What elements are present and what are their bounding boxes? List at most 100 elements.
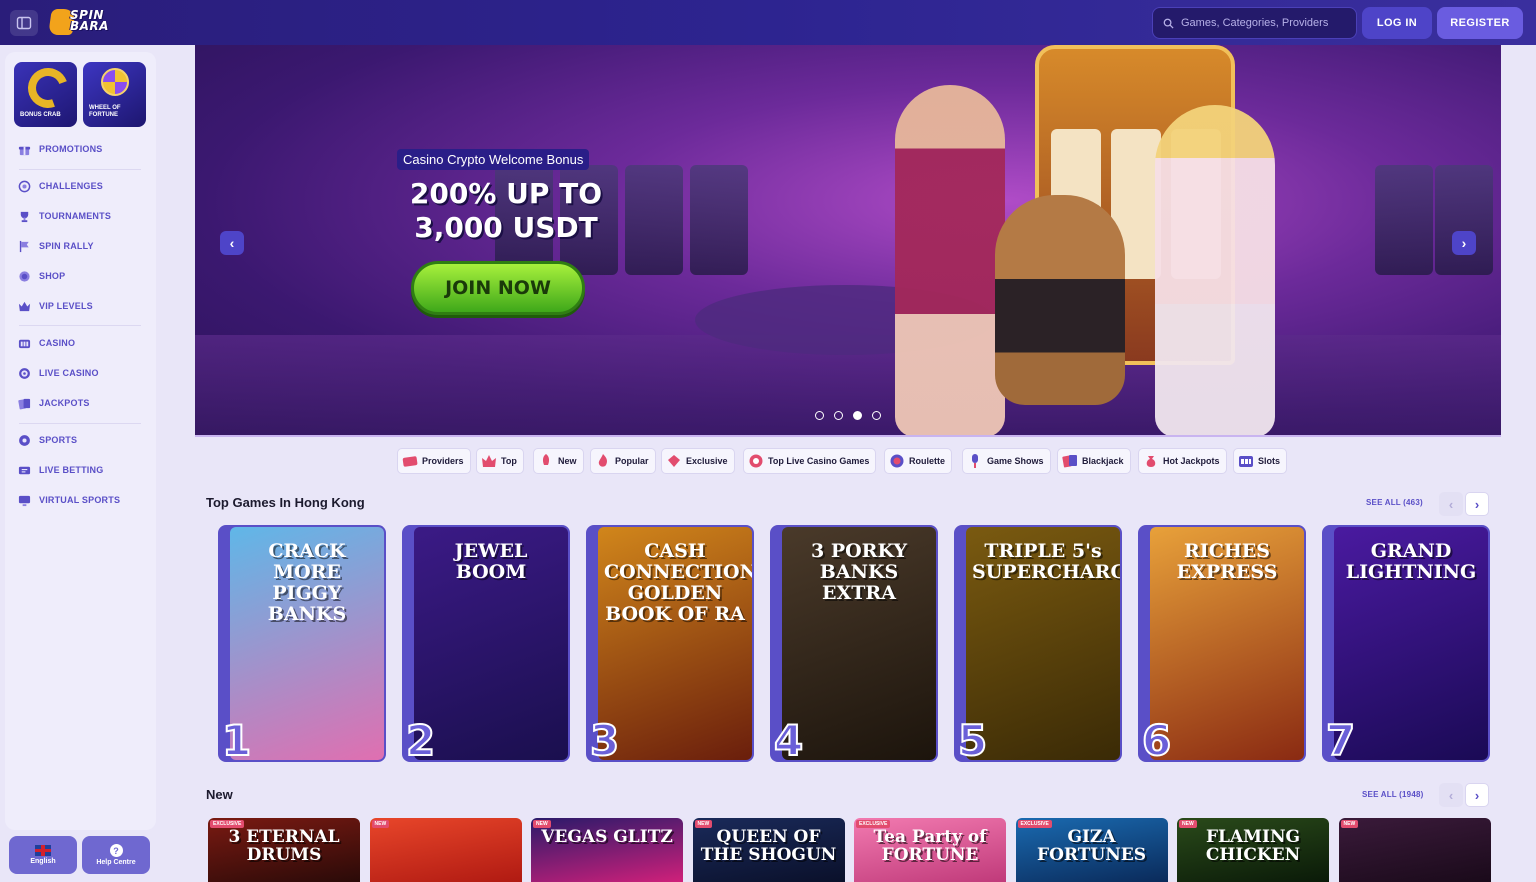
- chip-roulette[interactable]: Roulette: [884, 448, 952, 474]
- game-rank: 4: [773, 716, 804, 763]
- sidebar-item-shop[interactable]: SHOP: [17, 266, 147, 286]
- hero-dot[interactable]: [815, 411, 824, 420]
- new-games-see-all-link[interactable]: SEE ALL (1948): [1362, 790, 1424, 799]
- sidebar-item-casino[interactable]: CASINO: [17, 333, 147, 353]
- hero-dot[interactable]: [853, 411, 862, 420]
- sidebar-toggle-button[interactable]: [10, 10, 38, 36]
- chip-top[interactable]: Top: [476, 448, 524, 474]
- hero-next-button[interactable]: ›: [1452, 231, 1476, 255]
- sidebar-item-label: VIP LEVELS: [39, 301, 93, 311]
- help-label: Help Centre: [96, 859, 136, 866]
- cards-icon: [17, 396, 31, 410]
- game-rank: 5: [957, 716, 988, 763]
- chip-slots[interactable]: Slots: [1233, 448, 1288, 474]
- game-card[interactable]: TRIPLE 5's SUPERCHARGED 5: [954, 525, 1122, 762]
- ticket-icon: [17, 463, 31, 477]
- hero-tag: Casino Crypto Welcome Bonus: [397, 149, 590, 170]
- wheel-of-fortune-tile[interactable]: WHEEL OF FORTUNE: [83, 62, 146, 127]
- sidebar-item-promotions[interactable]: PROMOTIONS: [17, 139, 147, 159]
- new-games-prev-button[interactable]: ‹: [1439, 783, 1463, 807]
- logo-text: SPIN BARA: [70, 8, 109, 33]
- sidebar-item-spin-rally[interactable]: SPIN RALLY: [17, 236, 147, 256]
- login-button[interactable]: LOG IN: [1362, 7, 1432, 39]
- game-card[interactable]: GIZA FORTUNES EXCLUSIVE: [1015, 818, 1168, 882]
- search-input[interactable]: [1181, 17, 1351, 29]
- slot-icon: [17, 336, 31, 350]
- hero-character-right: [1155, 105, 1275, 435]
- background-slot-machine: [1375, 165, 1433, 275]
- new-games-next-button[interactable]: ›: [1465, 783, 1489, 807]
- game-card[interactable]: 3 PORKY BANKS EXTRA 4: [770, 525, 938, 762]
- game-card[interactable]: QUEEN OF THE SHOGUN NEW: [692, 818, 845, 882]
- search-box[interactable]: [1152, 7, 1357, 39]
- game-title: VEGAS GLITZ: [541, 827, 673, 847]
- game-card[interactable]: GRAND LIGHTNING 7: [1322, 525, 1490, 762]
- shop-icon: [17, 269, 31, 283]
- sidebar-item-label: TOURNAMENTS: [39, 211, 112, 221]
- game-card[interactable]: NEW: [369, 818, 522, 882]
- target-icon: [17, 179, 31, 193]
- chip-exclusive[interactable]: Exclusive: [661, 448, 735, 474]
- chip-blackjack[interactable]: Blackjack: [1057, 448, 1131, 474]
- sidebar-item-label: PROMOTIONS: [39, 144, 103, 154]
- game-card[interactable]: RICHES EXPRESS 6: [1138, 525, 1306, 762]
- search-icon: [1163, 18, 1174, 29]
- hero-banner[interactable]: Casino Crypto Welcome Bonus 200% UP TO 3…: [195, 45, 1501, 437]
- crown-icon: [482, 455, 496, 467]
- hero-dot[interactable]: [834, 411, 843, 420]
- chip-hot-jackpots[interactable]: Hot Jackpots: [1138, 448, 1227, 474]
- game-badge: NEW: [1179, 820, 1197, 828]
- bonus-crab-tile[interactable]: BONUS CRAB: [14, 62, 77, 127]
- register-button[interactable]: REGISTER: [1437, 7, 1523, 39]
- chip-label: Top Live Casino Games: [768, 456, 870, 466]
- sidebar-item-challenges[interactable]: CHALLENGES: [17, 176, 147, 196]
- diamond-icon: [668, 455, 680, 467]
- help-centre-button[interactable]: ? Help Centre: [82, 836, 150, 874]
- chip-label: Hot Jackpots: [1163, 456, 1220, 466]
- hero-pagination: [815, 411, 881, 420]
- sidebar-item-sports[interactable]: SPORTS: [17, 430, 147, 450]
- game-card[interactable]: JEWEL BOOM 2: [402, 525, 570, 762]
- chip-providers[interactable]: Providers: [397, 448, 471, 474]
- sidebar-item-jackpots[interactable]: JACKPOTS: [17, 393, 147, 413]
- hero-prev-button[interactable]: ‹: [220, 231, 244, 255]
- capybara-mascot: [995, 195, 1125, 405]
- chip-game-shows[interactable]: Game Shows: [962, 448, 1051, 474]
- chip-popular[interactable]: Popular: [590, 448, 656, 474]
- help-icon: ?: [109, 844, 123, 857]
- chip-label: Game Shows: [987, 456, 1044, 466]
- sidebar-item-live-casino[interactable]: LIVE CASINO: [17, 363, 147, 383]
- top-games-see-all-link[interactable]: SEE ALL (463): [1366, 498, 1423, 507]
- game-card[interactable]: 3 ETERNAL DRUMS EXCLUSIVE: [208, 818, 360, 882]
- sidebar-item-live-betting[interactable]: LIVE BETTING: [17, 460, 147, 480]
- divider: [19, 423, 141, 424]
- game-thumbnail: GRAND LIGHTNING: [1334, 527, 1488, 760]
- background-slot-machine: [690, 165, 748, 275]
- sidebar-item-virtual-sports[interactable]: VIRTUAL SPORTS: [17, 490, 147, 510]
- game-card[interactable]: Tea Party of FORTUNE EXCLUSIVE: [854, 818, 1006, 882]
- join-now-button[interactable]: JOIN NOW: [411, 261, 585, 315]
- chip-new[interactable]: New: [533, 448, 584, 474]
- sidebar-item-label: LIVE CASINO: [39, 368, 99, 378]
- trophy-icon: [17, 209, 31, 223]
- top-games-prev-button[interactable]: ‹: [1439, 492, 1463, 516]
- chip-label: Top: [501, 456, 517, 466]
- hero-dot[interactable]: [872, 411, 881, 420]
- language-button[interactable]: English: [9, 836, 77, 874]
- chip-label: Slots: [1258, 456, 1281, 466]
- sidebar-item-tournaments[interactable]: TOURNAMENTS: [17, 206, 147, 226]
- game-card[interactable]: CASH CONNECTION GOLDEN BOOK OF RA 3: [586, 525, 754, 762]
- top-games-title: Top Games In Hong Kong: [206, 495, 365, 510]
- game-card[interactable]: CRACK MORE PIGGY BANKS 1: [218, 525, 386, 762]
- chip-label: Popular: [615, 456, 649, 466]
- chip-top-live-casino-games[interactable]: Top Live Casino Games: [743, 448, 877, 474]
- sidebar-item-label: VIRTUAL SPORTS: [39, 495, 121, 505]
- game-card[interactable]: VEGAS GLITZ NEW: [531, 818, 683, 882]
- site-logo[interactable]: SPIN BARA: [48, 7, 122, 37]
- game-rank: 3: [589, 716, 620, 763]
- sidebar-item-vip-levels[interactable]: VIP LEVELS: [17, 296, 147, 316]
- game-card[interactable]: FLAMING CHICKEN NEW: [1177, 818, 1329, 882]
- top-games-next-button[interactable]: ›: [1465, 492, 1489, 516]
- sidebar-item-label: CHALLENGES: [39, 181, 104, 191]
- game-card[interactable]: NEW: [1338, 818, 1491, 882]
